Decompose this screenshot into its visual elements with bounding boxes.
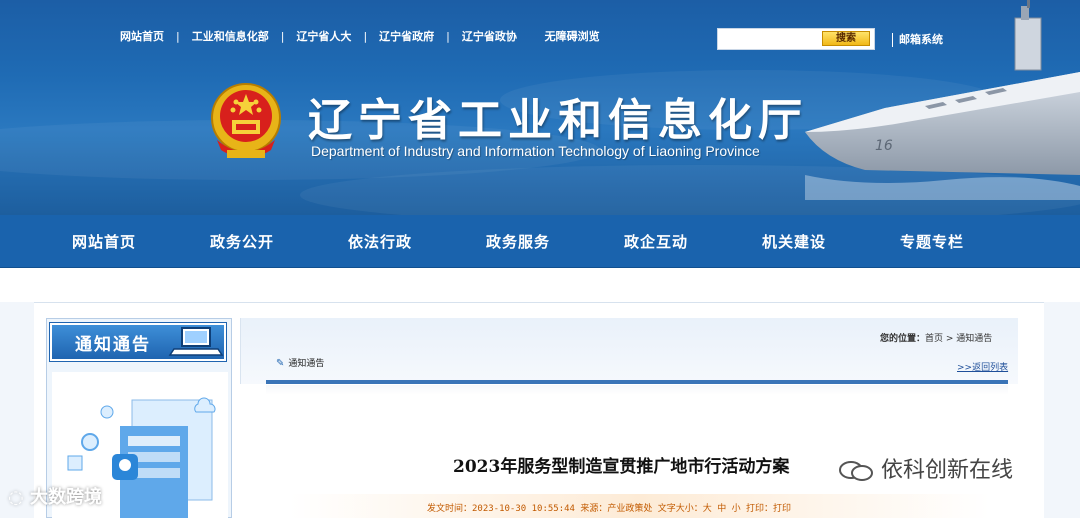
section-tag-label: 通知通告 bbox=[288, 359, 325, 369]
watermark-right-text: 依科创新在线 bbox=[881, 458, 1014, 483]
top-link-accessibility[interactable]: 无障碍浏览 bbox=[545, 28, 600, 44]
sidebar-title: 通知通告 bbox=[75, 335, 151, 355]
separator: | bbox=[280, 29, 285, 43]
watermark-right: 依科创新在线 bbox=[838, 452, 1013, 484]
separator: | bbox=[176, 29, 180, 43]
edit-icon: ✎ bbox=[276, 358, 285, 369]
watermark-left-text: 大数跨境 bbox=[30, 487, 102, 508]
article-title: 2023年服务型制造宣贯推广地市行活动方案 bbox=[453, 457, 790, 477]
article-meta: 发文时间：2023-10-30 10:55:44 来源：产业政策处 文字大小：大… bbox=[427, 504, 792, 514]
nav-home[interactable]: 网站首页 bbox=[35, 231, 173, 252]
nav-special-columns[interactable]: 专题专栏 bbox=[863, 231, 1001, 252]
panel-header-band bbox=[240, 318, 1018, 384]
separator: | bbox=[363, 29, 368, 43]
site-subtitle: Department of Industry and Information T… bbox=[311, 143, 760, 159]
wechat-icon bbox=[839, 461, 873, 481]
nav-gov-affairs-public[interactable]: 政务公开 bbox=[173, 231, 311, 252]
spacer-strip bbox=[0, 268, 1080, 302]
breadcrumb: 您的位置：首页 > 通知通告 bbox=[880, 331, 992, 344]
separator: | bbox=[446, 29, 450, 43]
top-link-miit[interactable]: 工业和信息化部 bbox=[192, 28, 269, 44]
nav-agency-building[interactable]: 机关建设 bbox=[725, 231, 863, 252]
site-title: 辽宁省工业和信息化厅 bbox=[308, 95, 808, 146]
back-to-list-link[interactable]: >>返回列表 bbox=[957, 360, 1008, 373]
watermark-logo-icon: ◌ bbox=[8, 487, 24, 508]
main-nav: 网站首页 政务公开 依法行政 政务服务 政企互动 机关建设 专题专栏 bbox=[0, 215, 1080, 268]
divider bbox=[266, 380, 1008, 384]
top-link-home[interactable]: 网站首页 bbox=[120, 28, 164, 44]
nav-law-administration[interactable]: 依法行政 bbox=[311, 231, 449, 252]
breadcrumb-path[interactable]: 首页 > 通知通告 bbox=[925, 334, 992, 344]
top-link-government[interactable]: 辽宁省政府 bbox=[379, 28, 434, 44]
nav-gov-enterprise-interaction[interactable]: 政企互动 bbox=[587, 231, 725, 252]
top-links: 网站首页 | 工业和信息化部 | 辽宁省人大 | 辽宁省政府 | 辽宁省政协 |… bbox=[120, 28, 600, 44]
aircraft-carrier-image: 16 bbox=[805, 0, 1080, 200]
nav-gov-services[interactable]: 政务服务 bbox=[449, 231, 587, 252]
watermark-left: ◌ 大数跨境 bbox=[8, 483, 102, 509]
top-link-npc[interactable]: 辽宁省人大 bbox=[296, 28, 351, 44]
laptop-icon bbox=[168, 327, 224, 356]
svg-text:16: 16 bbox=[875, 138, 893, 154]
divider-shadow bbox=[266, 385, 1008, 395]
breadcrumb-label: 您的位置： bbox=[880, 334, 926, 344]
top-link-cppcc[interactable]: 辽宁省政协 bbox=[462, 28, 517, 44]
section-tag: ✎ 通知通告 bbox=[276, 356, 324, 369]
national-emblem-icon bbox=[211, 83, 281, 158]
